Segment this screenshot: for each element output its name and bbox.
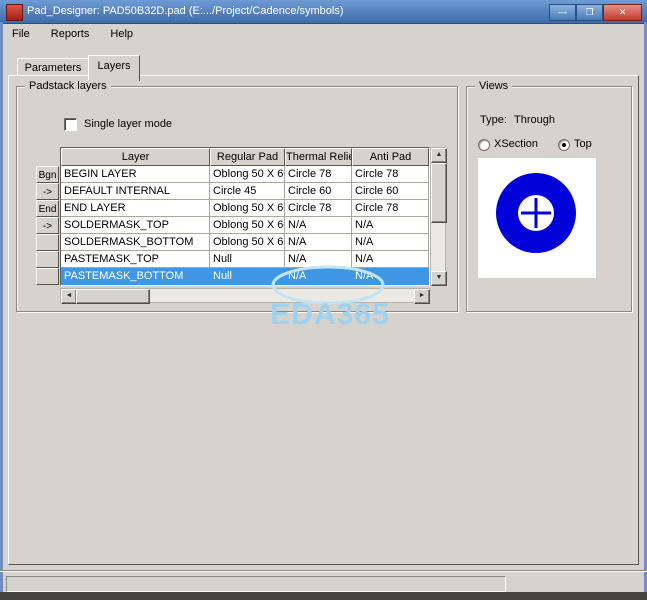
cell-thermal-relief[interactable]: N/A [285,268,352,285]
menu-help[interactable]: Help [101,24,142,45]
cell-regular-pad[interactable]: Null [210,268,285,285]
cell-layer[interactable]: PASTEMASK_BOTTOM [61,268,210,285]
cell-regular-pad[interactable]: Oblong 50 X 60 [210,200,285,217]
cell-regular-pad[interactable]: Null [210,251,285,268]
row-marker-bgn: Bgn [36,166,59,183]
table-row[interactable]: SOLDERMASK_TOP Oblong 50 X 60 N/A N/A [61,217,429,234]
row-marker-arrow: -> [36,183,59,200]
top-radio-label[interactable]: Top [574,138,592,150]
top-radio[interactable] [558,139,570,151]
column-header-layer: Layer [61,148,210,166]
cell-anti-pad[interactable]: N/A [352,217,429,234]
single-layer-mode-checkbox[interactable] [64,118,77,131]
menu-reports[interactable]: Reports [42,24,99,45]
cell-thermal-relief[interactable]: Circle 60 [285,183,352,200]
table-row[interactable]: PASTEMASK_TOP Null N/A N/A [61,251,429,268]
cell-layer[interactable]: DEFAULT INTERNAL [61,183,210,200]
tab-layers[interactable]: Layers [88,55,140,81]
menu-bar: File Reports Help [3,24,644,45]
pad-preview [478,158,596,278]
cell-regular-pad[interactable]: Circle 45 [210,183,285,200]
column-header-thermal-relief: Thermal Relief [285,148,352,166]
cell-anti-pad[interactable]: N/A [352,251,429,268]
single-layer-mode-label: Single layer mode [84,118,173,130]
scroll-left-icon[interactable]: ◄ [61,289,77,304]
cell-thermal-relief[interactable]: N/A [285,251,352,268]
frame-left [0,22,3,592]
column-header-anti-pad: Anti Pad [352,148,429,166]
table-row[interactable]: BEGIN LAYER Oblong 50 X 60 Circle 78 Cir… [61,166,429,183]
cell-layer[interactable]: SOLDERMASK_BOTTOM [61,234,210,251]
table-row-selected[interactable]: PASTEMASK_BOTTOM Null N/A N/A [61,268,429,285]
window-title: Pad_Designer: PAD50B32D.pad (E:.../Proje… [27,5,344,17]
column-header-regular-pad: Regular Pad [210,148,285,166]
pad-designer-window: Pad_Designer: PAD50B32D.pad (E:.../Proje… [0,0,647,600]
cell-thermal-relief[interactable]: N/A [285,217,352,234]
cell-thermal-relief[interactable]: Circle 78 [285,200,352,217]
status-bar-divider [0,570,647,572]
row-marker-blank [36,268,59,285]
app-icon[interactable] [6,4,23,21]
cell-regular-pad[interactable]: Oblong 50 X 60 [210,217,285,234]
scroll-right-icon[interactable]: ► [414,289,430,304]
xsection-radio-label[interactable]: XSection [494,138,538,150]
cell-anti-pad[interactable]: Circle 78 [352,200,429,217]
cell-anti-pad[interactable]: N/A [352,268,429,285]
row-marker-blank [36,251,59,268]
table-row[interactable]: SOLDERMASK_BOTTOM Oblong 50 X 60 N/A N/A [61,234,429,251]
scroll-up-icon[interactable]: ▲ [431,148,447,163]
menu-file[interactable]: File [3,24,39,45]
cell-layer[interactable]: SOLDERMASK_TOP [61,217,210,234]
view-type-value: Through [514,114,555,126]
cell-thermal-relief[interactable]: N/A [285,234,352,251]
padstack-layers-table: Layer Regular Pad Thermal Relief Anti Pa… [60,147,430,286]
frame-bottom [0,592,647,600]
maximize-button[interactable]: ❐ [576,4,603,21]
table-row[interactable]: END LAYER Oblong 50 X 60 Circle 78 Circl… [61,200,429,217]
cell-thermal-relief[interactable]: Circle 78 [285,166,352,183]
row-marker-end: End [36,200,59,217]
cell-regular-pad[interactable]: Oblong 50 X 60 [210,166,285,183]
row-marker-blank [36,234,59,251]
vertical-scroll-thumb[interactable] [431,163,447,223]
cell-layer[interactable]: BEGIN LAYER [61,166,210,183]
xsection-radio[interactable] [478,139,490,151]
scroll-down-icon[interactable]: ▼ [431,271,447,286]
cell-anti-pad[interactable]: N/A [352,234,429,251]
pad-top-view-icon [496,173,576,253]
table-row[interactable]: DEFAULT INTERNAL Circle 45 Circle 60 Cir… [61,183,429,200]
minimize-button[interactable]: — [549,4,576,21]
horizontal-scroll-thumb[interactable] [76,289,150,304]
views-legend: Views [475,80,513,92]
table-header-row: Layer Regular Pad Thermal Relief Anti Pa… [61,148,429,166]
cell-layer[interactable]: PASTEMASK_TOP [61,251,210,268]
cell-anti-pad[interactable]: Circle 78 [352,166,429,183]
cell-regular-pad[interactable]: Oblong 50 X 60 [210,234,285,251]
close-button[interactable]: ✕ [603,4,642,21]
cell-layer[interactable]: END LAYER [61,200,210,217]
status-bar [6,576,506,592]
padstack-layers-legend: Padstack layers [25,80,111,92]
cell-anti-pad[interactable]: Circle 60 [352,183,429,200]
row-marker-arrow: -> [36,217,59,234]
view-type-label: Type: [480,114,507,126]
title-bar[interactable]: Pad_Designer: PAD50B32D.pad (E:.../Proje… [0,0,647,24]
